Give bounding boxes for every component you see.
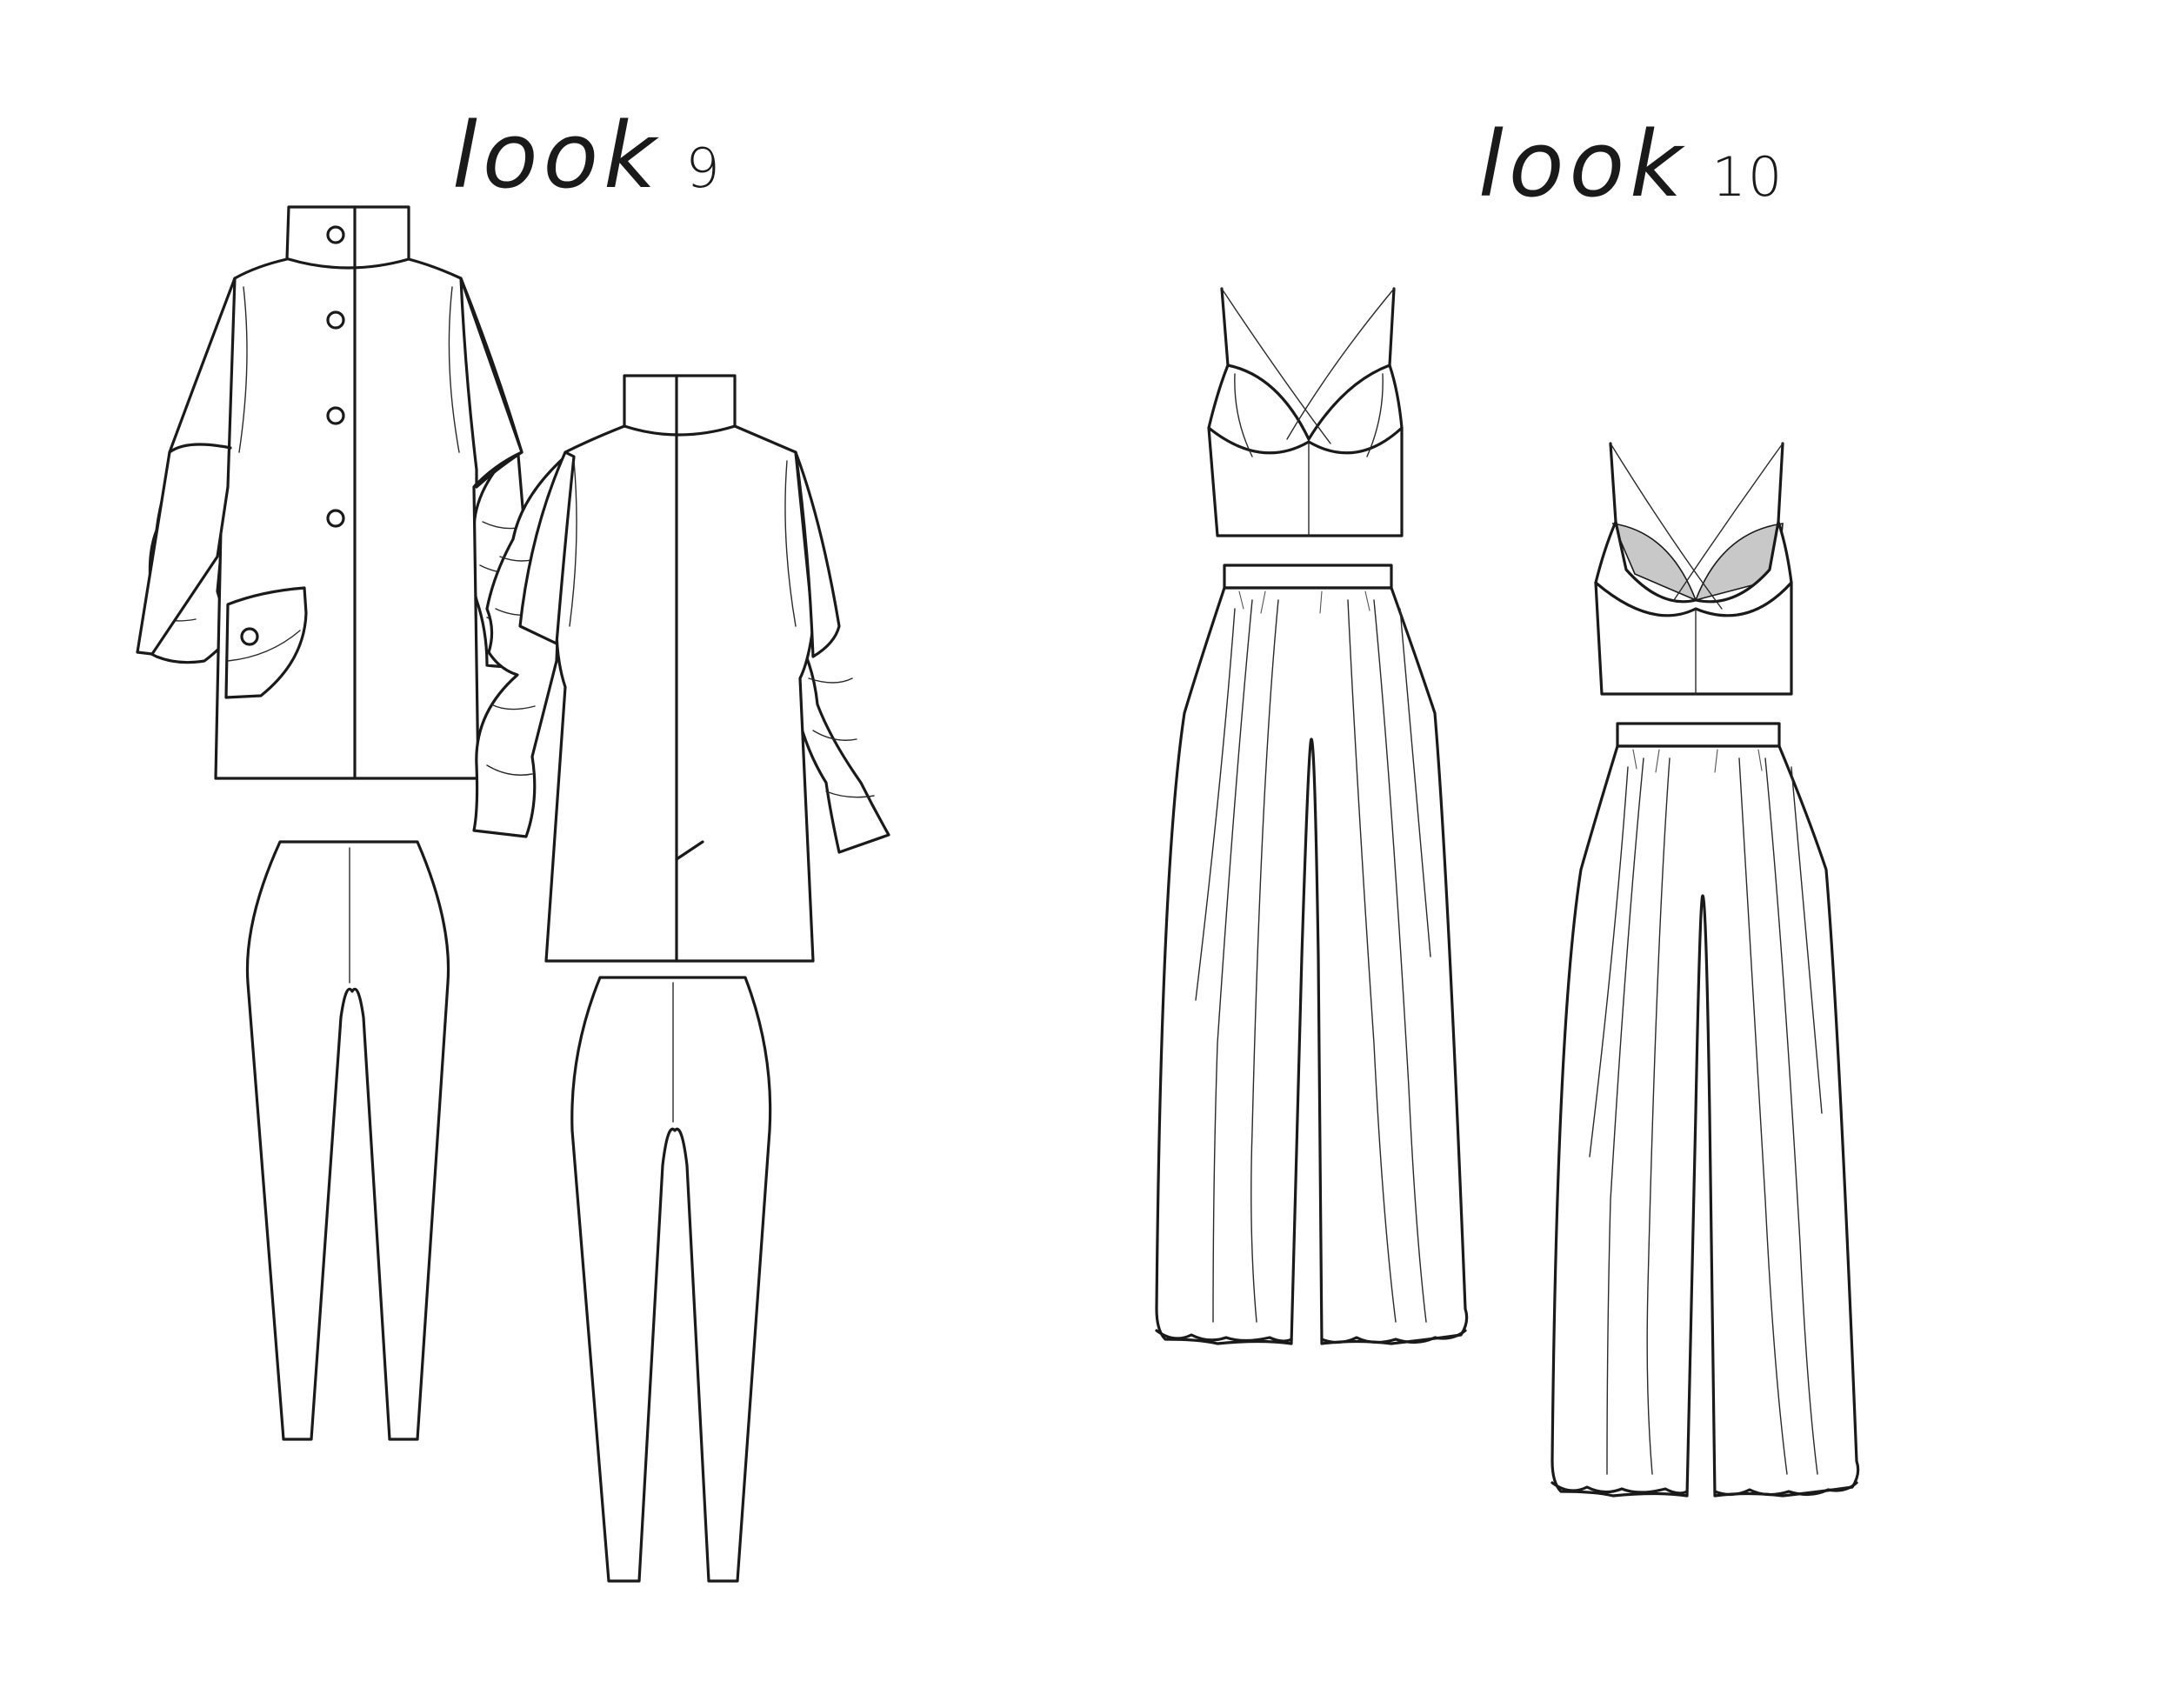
look-9-leggings-back xyxy=(570,976,772,1583)
bra-front-body xyxy=(1207,364,1404,537)
coat-back-body xyxy=(544,374,815,963)
pants-front-waistband xyxy=(1223,564,1393,590)
leggings-front-outline xyxy=(245,840,450,1441)
leggings-back-outline xyxy=(570,976,772,1583)
look-10-wide-pants-back xyxy=(1550,722,1860,1498)
look-9-coat-back xyxy=(472,374,890,963)
pants-back-outline xyxy=(1550,744,1860,1498)
look-9-coat-front xyxy=(136,205,558,780)
look-10-wide-pants-front xyxy=(1155,564,1469,1345)
pants-back-waistband xyxy=(1616,722,1781,748)
look-10-bra-top-front xyxy=(1207,287,1404,537)
look-9-leggings-front xyxy=(245,840,450,1441)
pants-front-outline xyxy=(1155,586,1469,1345)
look-10-bra-top-back xyxy=(1594,442,1793,696)
fashion-flats-sheet xyxy=(136,205,1860,1583)
